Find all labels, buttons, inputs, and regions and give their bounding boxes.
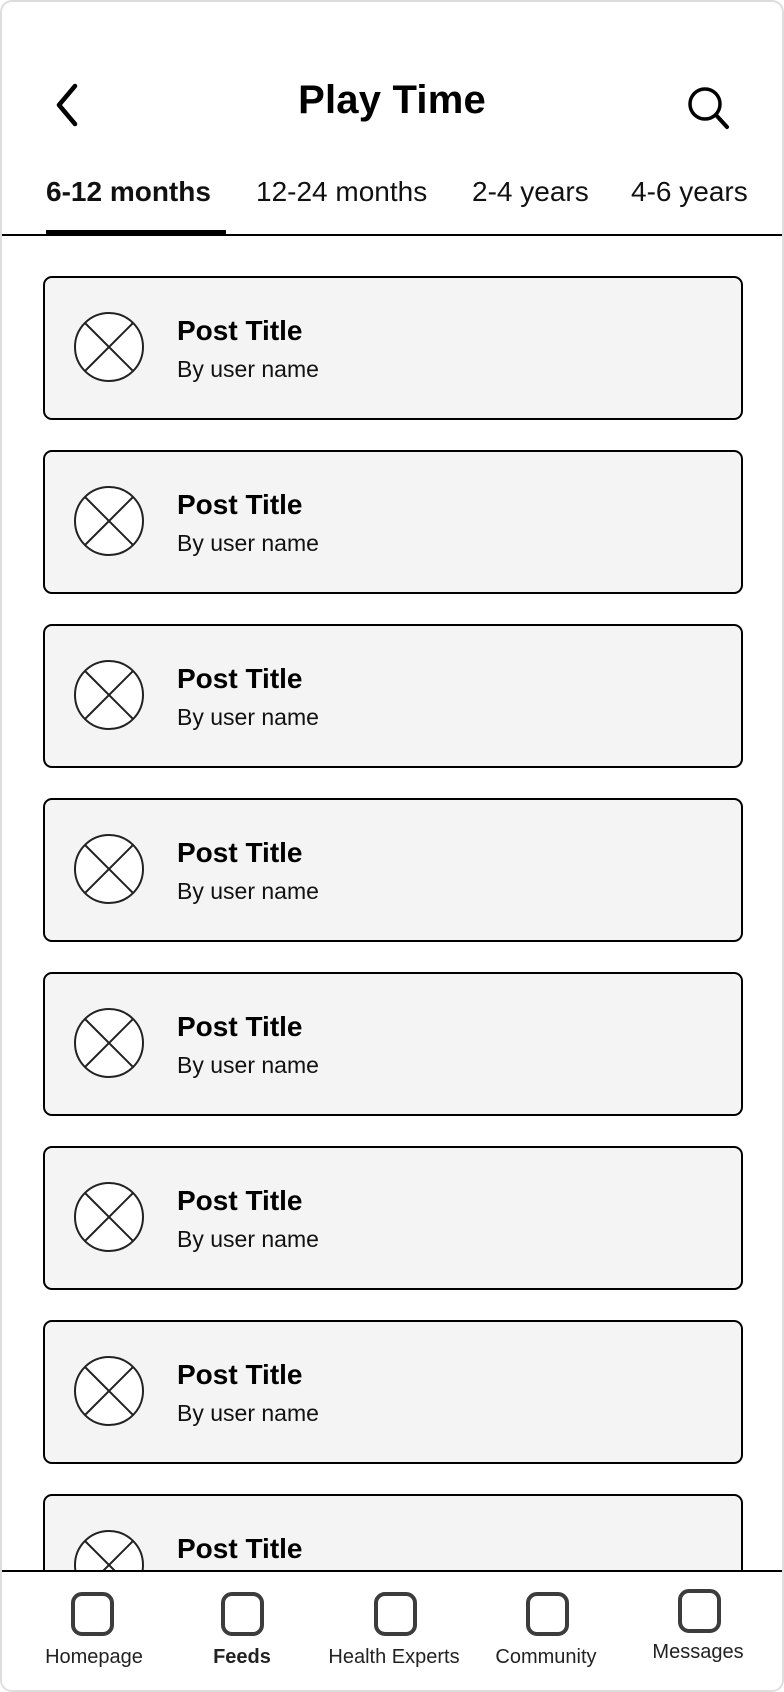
post-title: Post Title [177,1185,303,1216]
age-tabs: 6-12 months 12-24 months 2-4 years 4-6 y… [2,172,782,236]
post-card[interactable]: Post Title By user name [43,1320,743,1464]
health-experts-icon [374,1592,417,1636]
search-button[interactable] [682,82,736,134]
nav-item-community[interactable]: Community [484,1572,608,1684]
post-title: Post Title [177,663,303,694]
post-card[interactable]: Post Title By user name [43,972,743,1116]
messages-icon [678,1589,721,1633]
image-placeholder-icon [74,1356,144,1426]
post-card[interactable]: Post Title By user name [43,276,743,420]
image-placeholder-icon [74,1008,144,1078]
search-icon [688,87,729,129]
post-author: By user name [177,1400,319,1426]
nav-label: Messages [652,1641,744,1663]
image-placeholder-icon [74,1182,144,1252]
nav-label: Health Experts [328,1646,460,1668]
post-author: By user name [177,1052,319,1078]
post-author: By user name [177,878,319,904]
post-card[interactable]: Post Title By user name [43,1146,743,1290]
image-placeholder-icon [74,660,144,730]
post-title: Post Title [177,489,303,520]
bottom-nav: Homepage Feeds Health Experts Community … [2,1569,782,1690]
feeds-icon [221,1592,264,1636]
post-feed[interactable]: Post Title By user name Post Title By us… [2,236,782,1570]
post-author: By user name [177,1226,319,1252]
post-title: Post Title [177,315,303,346]
homepage-icon [71,1592,114,1636]
nav-item-feeds[interactable]: Feeds [180,1572,304,1684]
post-card[interactable]: Post Title By user name [43,1494,743,1570]
post-author: By user name [177,530,319,556]
post-title: Post Title [177,837,303,868]
phone-screen: Play Time 6-12 months 12-24 months 2-4 y… [0,0,784,1692]
tab-6-12-months[interactable]: 6-12 months [46,172,211,232]
tab-4-6-years[interactable]: 4-6 years [631,172,748,232]
page-title: Play Time [298,78,486,122]
nav-label: Feeds [213,1646,271,1668]
post-title: Post Title [177,1011,303,1042]
nav-label: Community [495,1646,597,1668]
community-icon [526,1592,569,1636]
post-card[interactable]: Post Title By user name [43,624,743,768]
tab-12-24-months[interactable]: 12-24 months [256,172,427,232]
nav-item-health-experts[interactable]: Health Experts [320,1572,468,1684]
post-author: By user name [177,704,319,730]
tab-2-4-years[interactable]: 2-4 years [472,172,589,232]
image-placeholder-icon [74,834,144,904]
nav-label: Homepage [45,1646,143,1668]
nav-item-homepage[interactable]: Homepage [32,1572,156,1684]
image-placeholder-icon [74,1530,144,1570]
post-card[interactable]: Post Title By user name [43,798,743,942]
post-title: Post Title [177,1533,303,1564]
nav-item-messages[interactable]: Messages [636,1569,760,1681]
image-placeholder-icon [74,312,144,382]
post-card[interactable]: Post Title By user name [43,450,743,594]
post-title: Post Title [177,1359,303,1390]
image-placeholder-icon [74,486,144,556]
post-author: By user name [177,356,319,382]
